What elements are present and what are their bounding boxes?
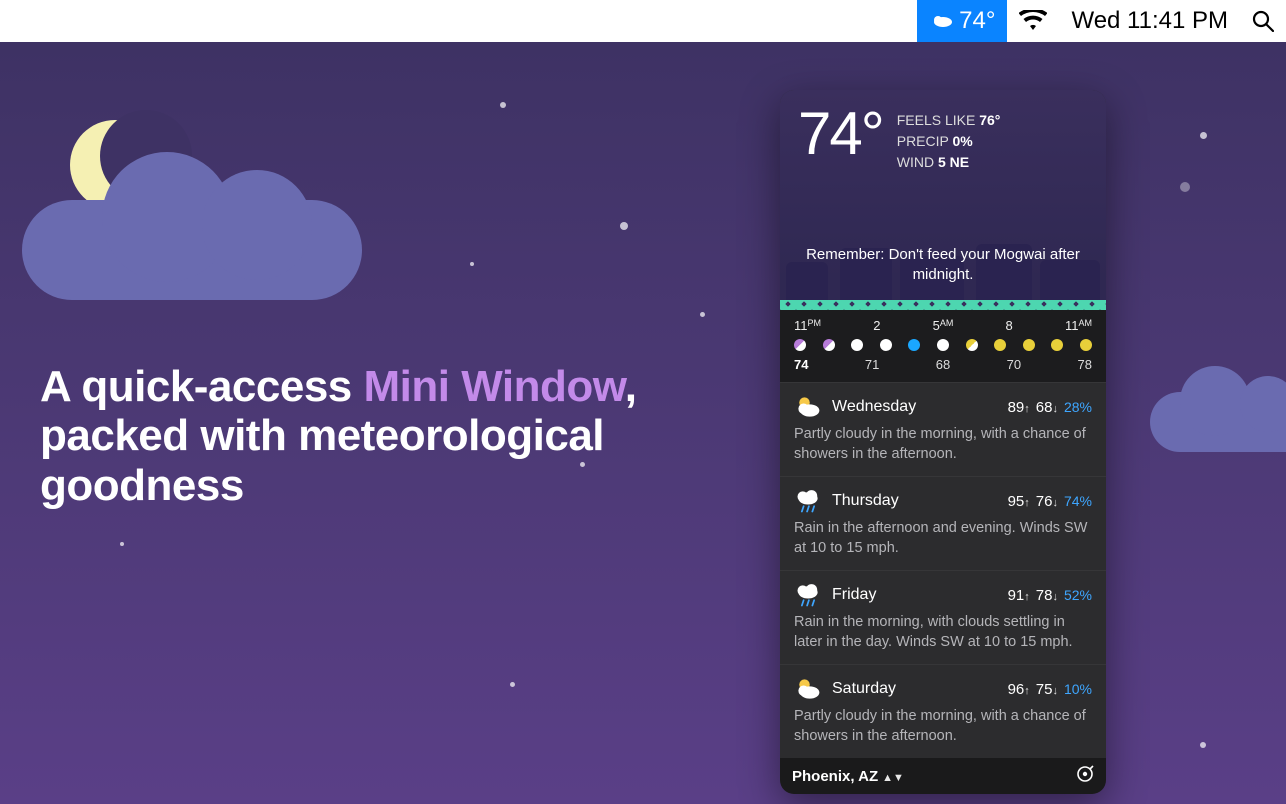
weather-mini-window: 74° FEELS LIKE 76° PRECIP 0% WIND 5 NE R…	[780, 90, 1106, 794]
hour-dot	[966, 339, 978, 351]
partly-cloudy-icon	[794, 393, 822, 421]
hour-temp	[906, 357, 910, 372]
cloud-decor	[1150, 392, 1286, 452]
day-high: 96↑	[1008, 681, 1030, 698]
hour-temp: 74	[794, 357, 808, 372]
day-description: Rain in the afternoon and evening. Winds…	[794, 519, 1092, 558]
hour-dot	[994, 339, 1006, 351]
day-name: Thursday	[832, 492, 899, 510]
hour-dot	[937, 339, 949, 351]
hour-dot	[908, 339, 920, 351]
hour-dot	[851, 339, 863, 351]
day-high: 95↑	[1008, 493, 1030, 510]
rain-icon	[794, 487, 822, 515]
hour-label	[978, 318, 982, 333]
hour-dot	[823, 339, 835, 351]
day-name: Saturday	[832, 680, 896, 698]
hour-temp: 78	[1078, 357, 1092, 372]
mini-footer: Phoenix, AZ▲▼	[780, 758, 1106, 794]
day-precip-pct: 74%	[1064, 493, 1092, 509]
forecast-day[interactable]: Friday 91↑ 78↓ 52% Rain in the morning, wi…	[780, 570, 1106, 664]
hour-dot	[794, 339, 806, 351]
hour-temp	[977, 357, 981, 372]
hour-temp: 71	[865, 357, 879, 372]
hour-label: 11AM	[1065, 318, 1092, 333]
forecast-day[interactable]: Saturday 96↑ 75↓ 10% Partly cloudy in the …	[780, 664, 1106, 758]
hour-temp	[1047, 357, 1051, 372]
locate-icon[interactable]	[1076, 765, 1094, 787]
hour-label: 5AM	[933, 318, 954, 333]
current-temp: 74°	[798, 104, 883, 164]
menubar-clock[interactable]: Wed 11:41 PM	[1059, 0, 1240, 42]
hour-dot	[1051, 339, 1063, 351]
location-picker[interactable]: Phoenix, AZ▲▼	[792, 768, 904, 785]
hour-dot	[1080, 339, 1092, 351]
day-high: 91↑	[1008, 587, 1030, 604]
hour-label	[1037, 318, 1041, 333]
forecast-day[interactable]: Thursday 95↑ 76↓ 74% Rain in the afternoon…	[780, 476, 1106, 570]
day-precip-pct: 28%	[1064, 399, 1092, 415]
day-description: Rain in the morning, with clouds settlin…	[794, 613, 1092, 652]
rain-icon	[794, 581, 822, 609]
menubar: 74° Wed 11:41 PM	[0, 0, 1286, 42]
day-high: 89↑	[1008, 399, 1030, 416]
day-low: 75↓	[1036, 681, 1058, 698]
day-name: Wednesday	[832, 398, 916, 416]
hour-dot	[1023, 339, 1035, 351]
cloudnight-icon	[929, 7, 953, 35]
day-description: Partly cloudy in the morning, with a cha…	[794, 425, 1092, 464]
hour-label	[845, 318, 849, 333]
menubar-weather-item[interactable]: 74°	[917, 0, 1007, 42]
hour-label: 11PM	[794, 318, 821, 333]
hour-label: 2	[873, 318, 880, 333]
day-name: Friday	[832, 586, 876, 604]
hour-temp: 70	[1007, 357, 1021, 372]
caret-icon: ▲▼	[882, 772, 904, 784]
hour-label: 8	[1006, 318, 1013, 333]
day-low: 76↓	[1036, 493, 1058, 510]
hour-dot	[880, 339, 892, 351]
spotlight-search-icon[interactable]	[1240, 0, 1286, 42]
day-low: 78↓	[1036, 587, 1058, 604]
hourly-forecast[interactable]: 11PM 2 5AM 8 11AM 74 71 68 70 78	[780, 310, 1106, 382]
day-description: Partly cloudy in the morning, with a cha…	[794, 707, 1092, 746]
hero-headline: A quick-access Mini Window, packed with …	[40, 362, 726, 510]
day-precip-pct: 10%	[1064, 681, 1092, 697]
daily-forecast-list[interactable]: Wednesday 89↑ 68↓ 28% Partly cloudy in the…	[780, 382, 1106, 758]
hour-temp	[835, 357, 839, 372]
divider-zigzag	[780, 300, 1106, 310]
hour-temp: 68	[936, 357, 950, 372]
day-low: 68↓	[1036, 399, 1058, 416]
wifi-icon[interactable]	[1007, 0, 1059, 42]
day-precip-pct: 52%	[1064, 587, 1092, 603]
hour-label	[905, 318, 909, 333]
menubar-temp: 74°	[959, 7, 995, 35]
weather-tip: Remember: Don't feed your Mogwai after m…	[798, 245, 1088, 284]
partly-cloudy-icon	[794, 675, 822, 703]
current-meta: FEELS LIKE 76° PRECIP 0% WIND 5 NE	[897, 110, 1001, 173]
cloud-decor	[22, 200, 362, 300]
hero-background: A quick-access Mini Window, packed with …	[0, 42, 1286, 804]
current-conditions: 74° FEELS LIKE 76° PRECIP 0% WIND 5 NE R…	[780, 90, 1106, 300]
forecast-day[interactable]: Wednesday 89↑ 68↓ 28% Partly cloudy in the…	[780, 382, 1106, 476]
